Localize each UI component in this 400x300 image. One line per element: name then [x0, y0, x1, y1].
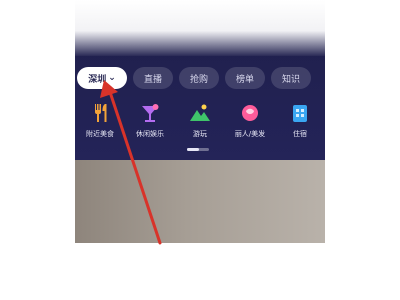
- category-grid: 附近美食 休闲娱乐 游玩 丽人/美发 住宿: [75, 102, 325, 148]
- hotel-icon: [293, 105, 307, 122]
- tab-label: 知识: [281, 74, 300, 85]
- tab-label: 抢购: [189, 74, 208, 85]
- page-indicator-dot: [187, 148, 199, 151]
- category-play[interactable]: 游玩: [177, 102, 223, 139]
- category-hotel[interactable]: 住宿: [277, 102, 323, 139]
- tab-label: 榜单: [235, 74, 254, 85]
- filter-tabs: 深圳 ⌄ 直播 抢购 榜单 知识: [77, 64, 325, 92]
- city-label: 深圳: [88, 74, 107, 85]
- category-label: 住宿: [293, 130, 307, 138]
- category-label: 附近美食: [86, 130, 114, 138]
- chevron-down-icon: ⌄: [108, 73, 116, 83]
- category-label: 休闲娱乐: [136, 130, 164, 138]
- tab-flash-sale[interactable]: 抢购: [179, 67, 219, 89]
- photo-background: [75, 160, 325, 243]
- phone-screen: 深圳 ⌄ 直播 抢购 榜单 知识 附近美食 休闲娱乐 游玩 丽人/美发 住宿: [75, 0, 325, 243]
- category-label: 丽人/美发: [234, 130, 266, 138]
- tab-live[interactable]: 直播: [133, 67, 173, 89]
- mountain-icon: [190, 104, 210, 121]
- tab-label: 直播: [143, 74, 162, 85]
- cocktail-icon: [142, 104, 159, 122]
- status-area: [75, 0, 325, 56]
- category-beauty[interactable]: 丽人/美发: [227, 102, 273, 139]
- tab-rankings[interactable]: 榜单: [225, 67, 265, 89]
- fork-knife-icon: [95, 104, 107, 122]
- category-label: 游玩: [193, 130, 207, 138]
- tab-knowledge[interactable]: 知识: [271, 67, 311, 89]
- page-indicator: [187, 148, 209, 151]
- category-entertainment[interactable]: 休闲娱乐: [127, 102, 173, 139]
- city-selector[interactable]: 深圳 ⌄: [77, 67, 127, 89]
- category-food[interactable]: 附近美食: [77, 102, 123, 139]
- beauty-icon: [242, 105, 258, 121]
